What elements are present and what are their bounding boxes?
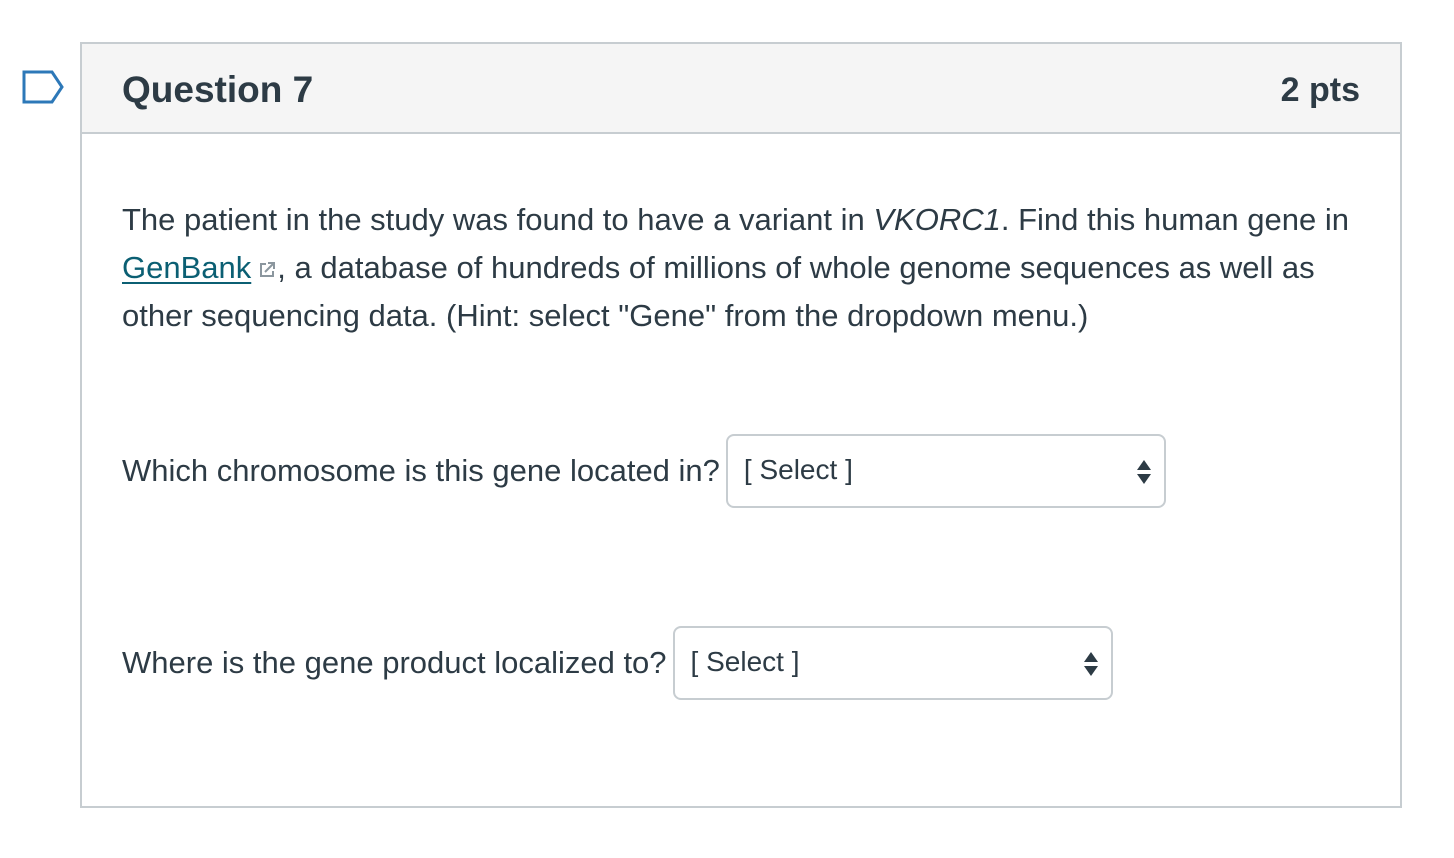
question-prompt: The patient in the study was found to ha… bbox=[122, 196, 1362, 340]
up-down-arrows-icon bbox=[1136, 460, 1151, 484]
flag-question-toggle[interactable] bbox=[22, 70, 64, 104]
question-card: Question 7 2 pts The patient in the stud… bbox=[80, 42, 1402, 808]
bookmark-flag-icon bbox=[22, 70, 64, 104]
external-link-icon bbox=[260, 262, 276, 277]
prompt-text: The patient in the study was found to ha… bbox=[122, 196, 1362, 340]
localization-select-value: [ Select ] bbox=[690, 646, 800, 677]
chromosome-select[interactable]: [ Select ] bbox=[725, 434, 1166, 508]
genbank-link[interactable]: GenBank bbox=[122, 250, 251, 285]
up-down-arrows-icon bbox=[1083, 652, 1098, 676]
chromosome-select-value: [ Select ] bbox=[743, 454, 853, 485]
prompt-text-middle: . Find this human gene in bbox=[1000, 202, 1349, 237]
prompt-text-end: , a database of hundreds of millions of … bbox=[122, 250, 1315, 333]
prompt-text-start: The patient in the study was found to ha… bbox=[122, 202, 874, 237]
localization-question-label: Where is the gene product localized to? bbox=[122, 645, 667, 680]
question-points: 2 pts bbox=[1280, 71, 1360, 109]
question-header: Question 7 2 pts bbox=[82, 44, 1400, 134]
chromosome-question-row: Which chromosome is this gene located in… bbox=[122, 434, 1166, 508]
chromosome-question-label: Which chromosome is this gene located in… bbox=[122, 453, 720, 488]
gene-name: VKORC1 bbox=[873, 202, 1001, 237]
localization-question-row: Where is the gene product localized to? … bbox=[122, 626, 1113, 700]
localization-select[interactable]: [ Select ] bbox=[672, 626, 1113, 700]
question-title: Question 7 bbox=[122, 69, 314, 110]
